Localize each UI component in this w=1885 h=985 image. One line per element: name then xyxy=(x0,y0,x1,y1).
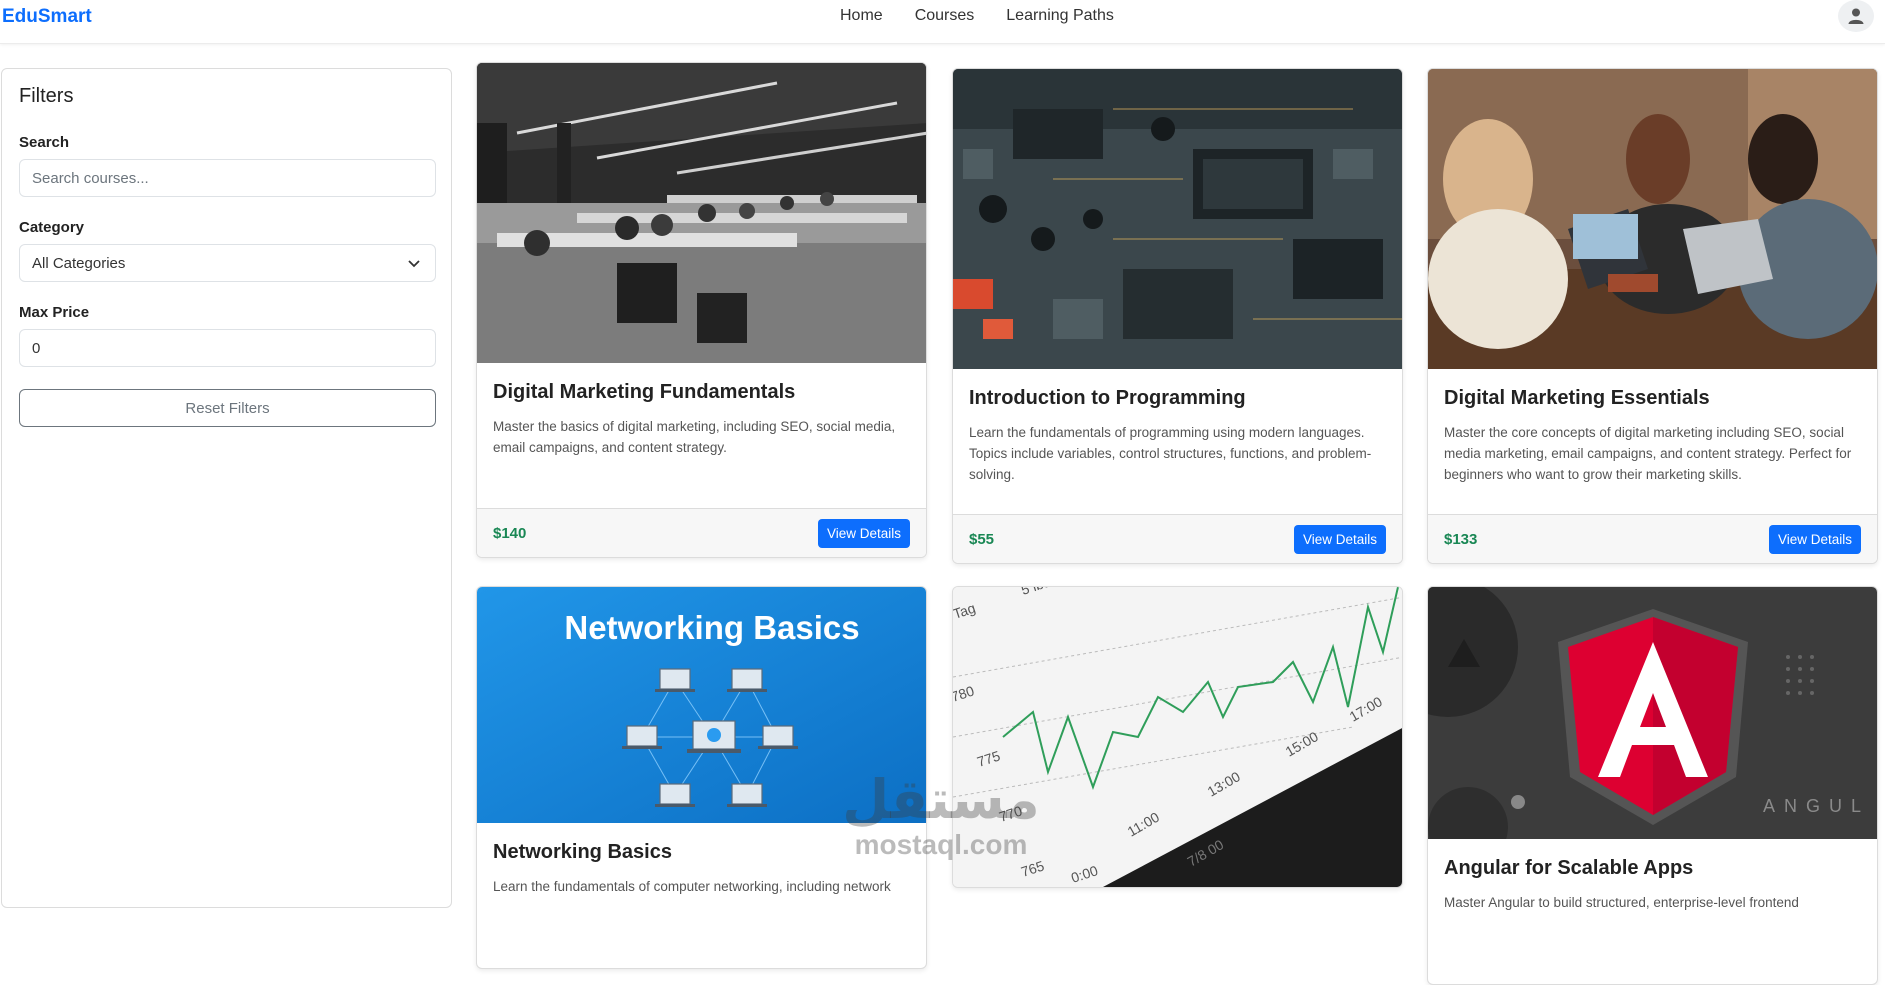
max-price-input[interactable]: 0 xyxy=(19,329,436,367)
filters-title: Filters xyxy=(19,85,74,107)
nav-home[interactable]: Home xyxy=(840,7,883,25)
course-description: Master the basics of digital marketing, … xyxy=(493,419,896,455)
course-image-angular[interactable]: ANGUL xyxy=(1428,587,1877,839)
max-price-value: 0 xyxy=(32,339,41,357)
view-details-button[interactable]: View Details xyxy=(1293,524,1386,554)
search-label: Search xyxy=(19,134,70,151)
course-description: Master Angular to build structured, ente… xyxy=(1444,895,1799,910)
course-description: Learn the fundamentals of programming us… xyxy=(969,425,1372,482)
view-details-button[interactable]: View Details xyxy=(817,518,910,548)
card-footer: $140 View Details xyxy=(477,508,926,557)
main-nav: Home Courses Learning Paths xyxy=(840,7,1114,25)
course-image-classroom[interactable] xyxy=(477,63,926,363)
user-menu-button[interactable] xyxy=(1838,0,1874,32)
course-card: Digital Marketing Fundamentals Master th… xyxy=(476,62,927,558)
course-card: Introduction to Programming Learn the fu… xyxy=(952,68,1403,564)
course-title[interactable]: Digital Marketing Fundamentals xyxy=(493,381,910,404)
card-body: Angular for Scalable Apps Master Angular… xyxy=(1428,839,1877,984)
course-title[interactable]: Digital Marketing Essentials xyxy=(1444,387,1861,410)
view-details-button[interactable]: View Details xyxy=(1768,524,1861,554)
networking-banner-text: Networking Basics xyxy=(564,609,859,646)
watermark: مستقل mostaql.com xyxy=(826,770,1056,860)
course-price: $55 xyxy=(969,530,995,548)
card-body: Digital Marketing Fundamentals Master th… xyxy=(477,363,926,508)
search-input[interactable]: Search courses... xyxy=(19,159,436,197)
navbar: EduSmart Home Courses Learning Paths xyxy=(0,0,1885,44)
user-icon xyxy=(1848,8,1864,24)
search-placeholder: Search courses... xyxy=(32,169,149,187)
brand-logo[interactable]: EduSmart xyxy=(2,6,92,28)
course-card: Digital Marketing Essentials Master the … xyxy=(1427,68,1878,564)
max-price-label: Max Price xyxy=(19,304,90,321)
nav-learning-paths[interactable]: Learning Paths xyxy=(1006,7,1114,25)
course-price: $133 xyxy=(1444,530,1478,548)
course-card: ANGUL Angular for Scalable Apps Master A… xyxy=(1427,586,1878,985)
course-description: Learn the fundamentals of computer netwo… xyxy=(493,879,891,894)
course-title[interactable]: Angular for Scalable Apps xyxy=(1444,857,1861,880)
card-footer: $55 View Details xyxy=(953,514,1402,563)
category-select[interactable]: All Categories xyxy=(19,244,436,282)
course-price: $140 xyxy=(493,524,527,542)
card-body: Digital Marketing Essentials Master the … xyxy=(1428,369,1877,514)
filters-panel: Filters Search Search courses... Categor… xyxy=(1,68,452,908)
course-image-students-laptops[interactable] xyxy=(1428,69,1877,369)
course-description: Master the core concepts of digital mark… xyxy=(1444,425,1852,482)
course-title[interactable]: Introduction to Programming xyxy=(969,387,1386,410)
chevron-down-icon xyxy=(408,260,420,268)
category-value: All Categories xyxy=(32,254,126,272)
reset-filters-button[interactable]: Reset Filters xyxy=(19,389,436,427)
card-footer: $133 View Details xyxy=(1428,514,1877,563)
watermark-latin: mostaql.com xyxy=(854,829,1028,860)
watermark-arabic: مستقل xyxy=(842,768,1040,831)
card-body: Introduction to Programming Learn the fu… xyxy=(953,369,1402,514)
angular-image-text: ANGUL xyxy=(1763,796,1870,816)
category-label: Category xyxy=(19,219,85,236)
nav-courses[interactable]: Courses xyxy=(915,7,975,25)
course-image-circuit-board[interactable] xyxy=(953,69,1402,369)
